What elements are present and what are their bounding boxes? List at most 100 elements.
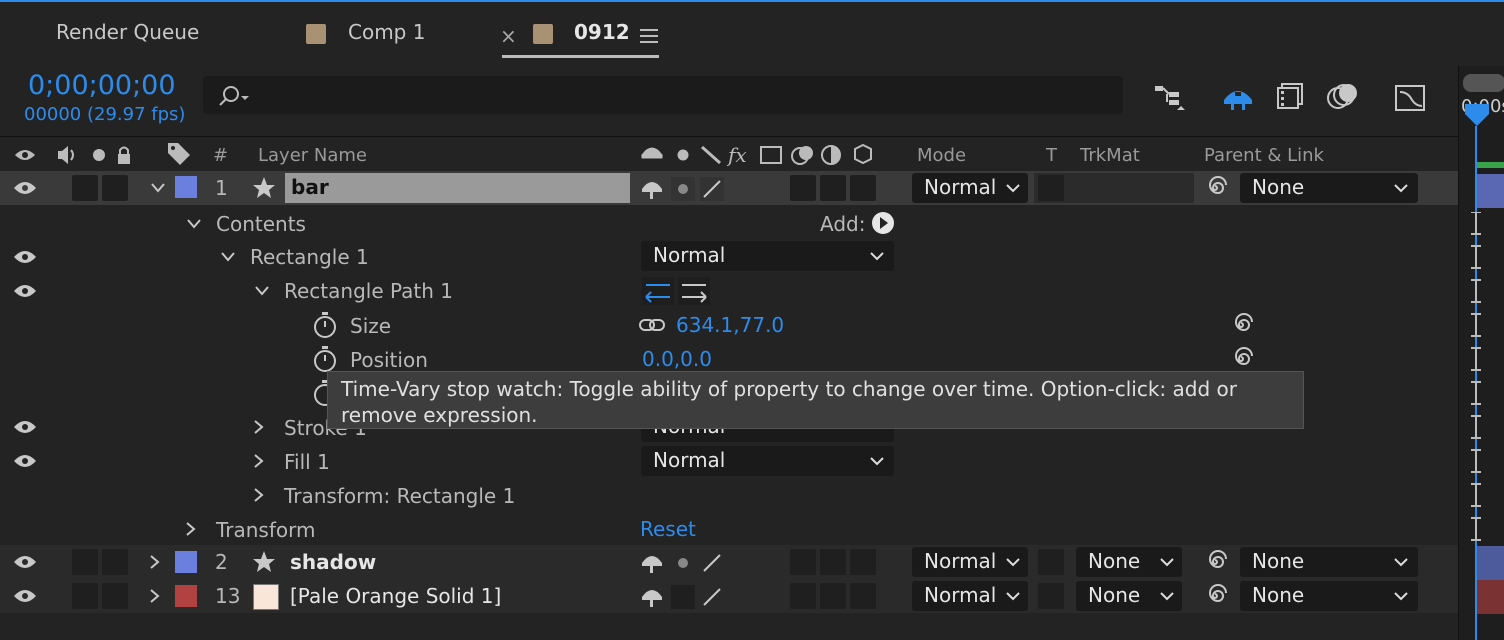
chevron-down-icon[interactable] bbox=[254, 284, 270, 298]
label-tag-icon[interactable] bbox=[166, 141, 192, 165]
time-navigator[interactable] bbox=[1463, 74, 1504, 92]
mode-dropdown[interactable]: Normal bbox=[912, 581, 1028, 611]
chevron-right-icon[interactable] bbox=[148, 554, 162, 570]
eye-icon[interactable] bbox=[13, 554, 37, 570]
lock-switch[interactable] bbox=[102, 175, 128, 201]
column-layer-name[interactable]: Layer Name bbox=[258, 145, 367, 166]
tab-0912[interactable]: 0912 bbox=[574, 20, 630, 44]
chevron-right-icon[interactable] bbox=[252, 419, 266, 435]
eye-icon[interactable] bbox=[13, 283, 37, 299]
chevron-right-icon[interactable] bbox=[252, 453, 266, 469]
switch-slot[interactable] bbox=[850, 549, 876, 575]
switch-slot[interactable] bbox=[820, 549, 846, 575]
parent-dropdown[interactable]: None bbox=[1240, 547, 1418, 577]
frame-blending-icon[interactable] bbox=[1276, 82, 1306, 112]
timecode-display[interactable]: 0;00;00;00 bbox=[28, 70, 176, 101]
property-row-rectangle-path-1[interactable]: Rectangle Path 1 bbox=[0, 274, 1458, 308]
pickwhip-icon[interactable] bbox=[1202, 549, 1228, 575]
mode-dropdown[interactable]: Normal bbox=[912, 547, 1028, 577]
composition-flowchart-icon[interactable] bbox=[1153, 82, 1189, 112]
eye-icon[interactable] bbox=[13, 588, 37, 604]
property-row-fill-1[interactable]: Fill 1 Normal bbox=[0, 444, 1458, 478]
pickwhip-icon[interactable] bbox=[1228, 346, 1254, 372]
layer-name-field[interactable]: bar bbox=[285, 173, 630, 203]
property-row-transform[interactable]: Transform Reset bbox=[0, 512, 1458, 546]
layer-row-bar[interactable]: 1 bar Normal None bbox=[0, 171, 1458, 205]
lock-switch[interactable] bbox=[102, 583, 128, 609]
layer-label-color[interactable] bbox=[175, 551, 197, 573]
audio-switch[interactable] bbox=[72, 583, 98, 609]
close-tab-icon[interactable]: × bbox=[500, 24, 517, 48]
size-value[interactable]: 634.1,77.0 bbox=[676, 313, 784, 337]
current-time-indicator-icon[interactable] bbox=[1463, 102, 1491, 128]
layer-row-pale-orange-solid[interactable]: 13 [Pale Orange Solid 1] Normal None Non… bbox=[0, 579, 1458, 613]
property-row-size[interactable]: Size 634.1,77.0 bbox=[0, 308, 1458, 342]
chevron-right-icon[interactable] bbox=[252, 487, 266, 503]
trkmat-dropdown[interactable]: None bbox=[1076, 581, 1182, 611]
layer-name[interactable]: [Pale Orange Solid 1] bbox=[290, 584, 501, 608]
constrain-proportions-link-icon[interactable] bbox=[638, 316, 666, 334]
switch-slot[interactable] bbox=[850, 175, 876, 201]
layer-label-color[interactable] bbox=[175, 585, 197, 607]
trkmat-dropdown[interactable]: None bbox=[1076, 547, 1182, 577]
path-direction-icons[interactable] bbox=[642, 277, 710, 305]
panel-menu-icon[interactable] bbox=[640, 26, 658, 50]
tab-render-queue[interactable]: Render Queue bbox=[56, 20, 199, 44]
eye-icon[interactable] bbox=[13, 249, 37, 265]
switch-slot[interactable] bbox=[790, 583, 816, 609]
layer-bar-bar[interactable] bbox=[1477, 174, 1504, 208]
property-row-rectangle-1[interactable]: Rectangle 1 Normal bbox=[0, 240, 1458, 274]
switch-slot[interactable] bbox=[820, 175, 846, 201]
track-matte-switch[interactable] bbox=[1038, 549, 1064, 575]
layer-bar-solid[interactable] bbox=[1477, 580, 1504, 614]
switch-slot[interactable] bbox=[790, 175, 816, 201]
parent-dropdown[interactable]: None bbox=[1240, 581, 1418, 611]
audio-switch[interactable] bbox=[72, 175, 98, 201]
eye-icon[interactable] bbox=[13, 419, 37, 435]
layer-switches[interactable] bbox=[640, 585, 730, 609]
motion-blur-icon[interactable] bbox=[1326, 82, 1360, 112]
parent-dropdown[interactable]: None bbox=[1240, 173, 1418, 203]
pickwhip-icon[interactable] bbox=[1228, 312, 1254, 338]
stopwatch-icon[interactable] bbox=[312, 345, 338, 373]
mode-dropdown[interactable]: Normal bbox=[912, 173, 1028, 203]
property-row-transform-rectangle-1[interactable]: Transform: Rectangle 1 bbox=[0, 478, 1458, 512]
layer-switches[interactable] bbox=[640, 177, 730, 201]
timeline-area[interactable]: 0:00s bbox=[1458, 66, 1504, 640]
stopwatch-icon[interactable] bbox=[312, 311, 338, 339]
reset-link[interactable]: Reset bbox=[640, 517, 696, 541]
layer-switches[interactable] bbox=[640, 551, 730, 575]
layer-bar-shadow[interactable] bbox=[1477, 546, 1504, 580]
audio-switch[interactable] bbox=[72, 549, 98, 575]
chevron-right-icon[interactable] bbox=[184, 521, 198, 537]
av-feature-switch-icons[interactable] bbox=[14, 145, 130, 165]
layer-row-shadow[interactable]: 2 shadow Normal None None bbox=[0, 545, 1458, 580]
eye-icon[interactable] bbox=[13, 453, 37, 469]
layer-switch-icons[interactable]: fx bbox=[640, 143, 878, 167]
work-area-bar[interactable] bbox=[1477, 162, 1504, 168]
layer-name[interactable]: shadow bbox=[290, 550, 376, 574]
property-row-contents[interactable]: Contents Add: bbox=[0, 207, 1458, 241]
chevron-down-icon[interactable] bbox=[186, 217, 202, 231]
tab-comp-1[interactable]: Comp 1 bbox=[348, 20, 425, 44]
track-matte-switch[interactable] bbox=[1038, 175, 1064, 201]
lock-switch[interactable] bbox=[102, 549, 128, 575]
pickwhip-icon[interactable] bbox=[1202, 583, 1228, 609]
switch-slot[interactable] bbox=[820, 583, 846, 609]
layer-label-color[interactable] bbox=[175, 176, 197, 198]
fill-1-mode-dropdown[interactable]: Normal bbox=[641, 446, 894, 476]
position-value[interactable]: 0.0,0.0 bbox=[642, 347, 712, 371]
chevron-down-icon[interactable] bbox=[150, 181, 166, 195]
chevron-down-icon[interactable] bbox=[220, 250, 236, 264]
add-menu-play-icon[interactable] bbox=[871, 211, 895, 235]
pickwhip-icon[interactable] bbox=[1202, 175, 1228, 201]
graph-editor-icon[interactable] bbox=[1394, 82, 1426, 112]
chevron-right-icon[interactable] bbox=[148, 588, 162, 604]
eye-icon[interactable] bbox=[13, 180, 37, 196]
switch-slot[interactable] bbox=[850, 583, 876, 609]
switch-slot[interactable] bbox=[790, 549, 816, 575]
rectangle-1-mode-dropdown[interactable]: Normal bbox=[641, 241, 894, 271]
track-matte-switch[interactable] bbox=[1038, 583, 1064, 609]
shy-layers-icon[interactable] bbox=[1221, 82, 1255, 112]
search-input[interactable] bbox=[203, 76, 1123, 114]
